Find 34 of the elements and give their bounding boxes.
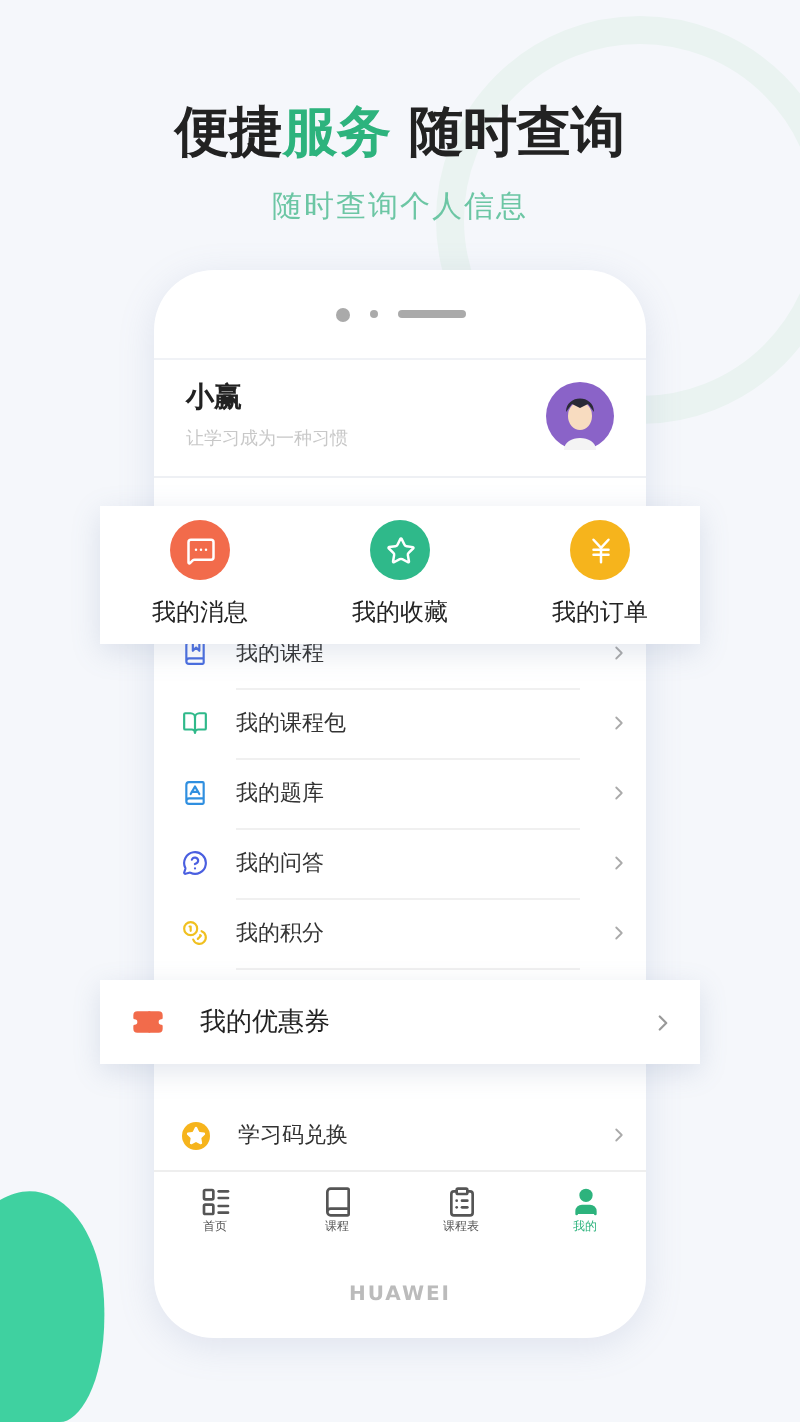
open-book-icon: [182, 710, 208, 736]
star-icon: [385, 535, 415, 565]
menu-item[interactable]: 我的积分: [236, 917, 324, 947]
sensor-dot: [369, 310, 377, 318]
menu-item[interactable]: 我的题库: [236, 777, 324, 807]
subtitle: 随时查询个人信息: [272, 188, 528, 226]
shortcut-icon-circle[interactable]: [570, 520, 630, 580]
camera-dot: [335, 307, 349, 321]
shortcut-icon-circle[interactable]: [170, 520, 230, 580]
menu-item[interactable]: 我的问答: [236, 847, 324, 877]
coupon-label: 我的优惠券: [200, 1006, 332, 1040]
book-icon: [182, 780, 208, 806]
shortcut-label[interactable]: 我的订单: [552, 596, 648, 630]
coupon-card[interactable]: 我的优惠券: [100, 980, 700, 1064]
menu-item[interactable]: 学习码兑换: [238, 1119, 348, 1149]
person-icon: [569, 1185, 601, 1217]
coins-icon: [182, 920, 208, 946]
shortcut-label[interactable]: 我的消息: [152, 596, 248, 630]
question-icon: [182, 850, 208, 876]
brand-label: HUAWEI: [348, 1284, 452, 1306]
speaker-slot: [397, 310, 465, 318]
headline: 便捷服务 随时查询: [174, 100, 626, 168]
bookmark-book-icon: [182, 640, 208, 666]
shortcut-icon-circle[interactable]: [370, 520, 430, 580]
ticket-icon: [132, 1006, 164, 1038]
list-icon: [199, 1185, 231, 1217]
book-icon: [321, 1185, 353, 1217]
avatar-icon: [546, 382, 614, 450]
user-name: 小赢: [186, 380, 244, 416]
clipboard-icon: [445, 1185, 477, 1217]
shortcut-label[interactable]: 我的收藏: [352, 596, 448, 630]
menu-item[interactable]: 我的课程包: [236, 707, 346, 737]
chat-icon: [185, 535, 215, 565]
star-icon: [182, 1121, 210, 1149]
